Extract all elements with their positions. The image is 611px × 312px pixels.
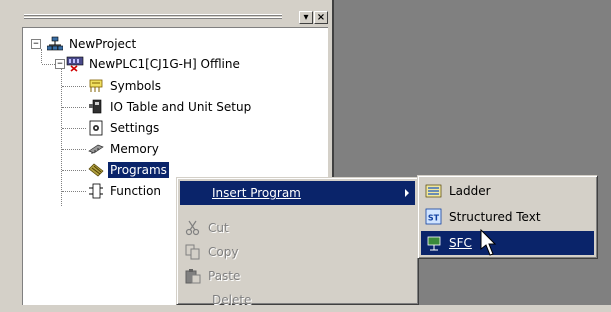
mouse-pointer-icon (480, 228, 500, 259)
symbols-icon (87, 78, 105, 94)
svg-text:ST: ST (428, 214, 440, 223)
menu-item-label: Ladder (449, 184, 491, 198)
tree-item-settings[interactable]: Settings (87, 119, 161, 137)
submenu-item-structured-text[interactable]: ST Structured Text (421, 205, 594, 229)
plc-offline-icon (66, 56, 84, 72)
tree-item-label: NewPLC1[CJ1G-H] Offline (89, 57, 240, 71)
menu-item-label: Cut (208, 221, 229, 235)
tree-item-label: Symbols (110, 79, 161, 93)
panel-close-button[interactable]: × (314, 11, 328, 24)
function-blocks-icon (87, 183, 105, 199)
tree-item-label: Function (110, 184, 162, 198)
context-menu: Insert Program Cut Copy Paste Delete (176, 177, 419, 307)
tree-item-programs[interactable]: Programs (87, 161, 169, 179)
tree-item-symbols[interactable]: Symbols (87, 77, 163, 95)
collapse-project-toggle[interactable]: − (31, 39, 41, 49)
menu-item-label: Structured Text (449, 210, 541, 224)
tree-item-label: IO Table and Unit Setup (110, 100, 252, 114)
tree-item-label: Programs (108, 162, 169, 178)
menu-item-label: Paste (208, 269, 241, 283)
menu-item-insert-program[interactable]: Insert Program (180, 181, 415, 205)
tree-item-function-blocks[interactable]: Function (87, 182, 163, 200)
submenu-item-sfc[interactable]: SFC (421, 231, 594, 255)
tree-item-plc[interactable]: NewPLC1[CJ1G-H] Offline (66, 55, 242, 73)
menu-item-copy[interactable]: Copy (180, 240, 415, 264)
submenu-arrow-icon (405, 189, 409, 197)
menu-item-cut[interactable]: Cut (180, 216, 415, 240)
structured-text-icon: ST (423, 207, 445, 227)
memory-icon (87, 141, 105, 157)
copy-icon (182, 242, 204, 262)
menu-item-label: Copy (208, 245, 239, 259)
submenu-item-ladder[interactable]: Ladder (421, 179, 594, 203)
tree-item-label: NewProject (69, 37, 137, 51)
ladder-icon (423, 181, 445, 201)
panel-dropdown-button[interactable]: ▾ (299, 11, 313, 24)
menu-item-delete[interactable]: Delete (180, 288, 415, 312)
insert-program-submenu: Ladder ST Structured Text SFC (417, 175, 598, 259)
tree-item-io-table[interactable]: IO Table and Unit Setup (87, 98, 253, 116)
panel-grip[interactable] (24, 13, 282, 24)
tree-item-memory[interactable]: Memory (87, 140, 161, 158)
sfc-icon (423, 233, 445, 253)
menu-item-paste[interactable]: Paste (180, 264, 415, 288)
tree-item-label: Memory (110, 142, 159, 156)
scissors-icon (182, 218, 204, 238)
project-network-icon (46, 36, 64, 52)
menu-item-label: SFC (449, 236, 472, 250)
collapse-plc-toggle[interactable]: − (55, 59, 65, 69)
tree-item-project[interactable]: NewProject (46, 35, 138, 53)
io-table-icon (87, 99, 105, 115)
tree-item-label: Settings (110, 121, 160, 135)
settings-icon (87, 120, 105, 136)
programs-icon (87, 162, 105, 178)
paste-icon (182, 266, 204, 286)
menu-item-label: Insert Program (212, 186, 301, 200)
